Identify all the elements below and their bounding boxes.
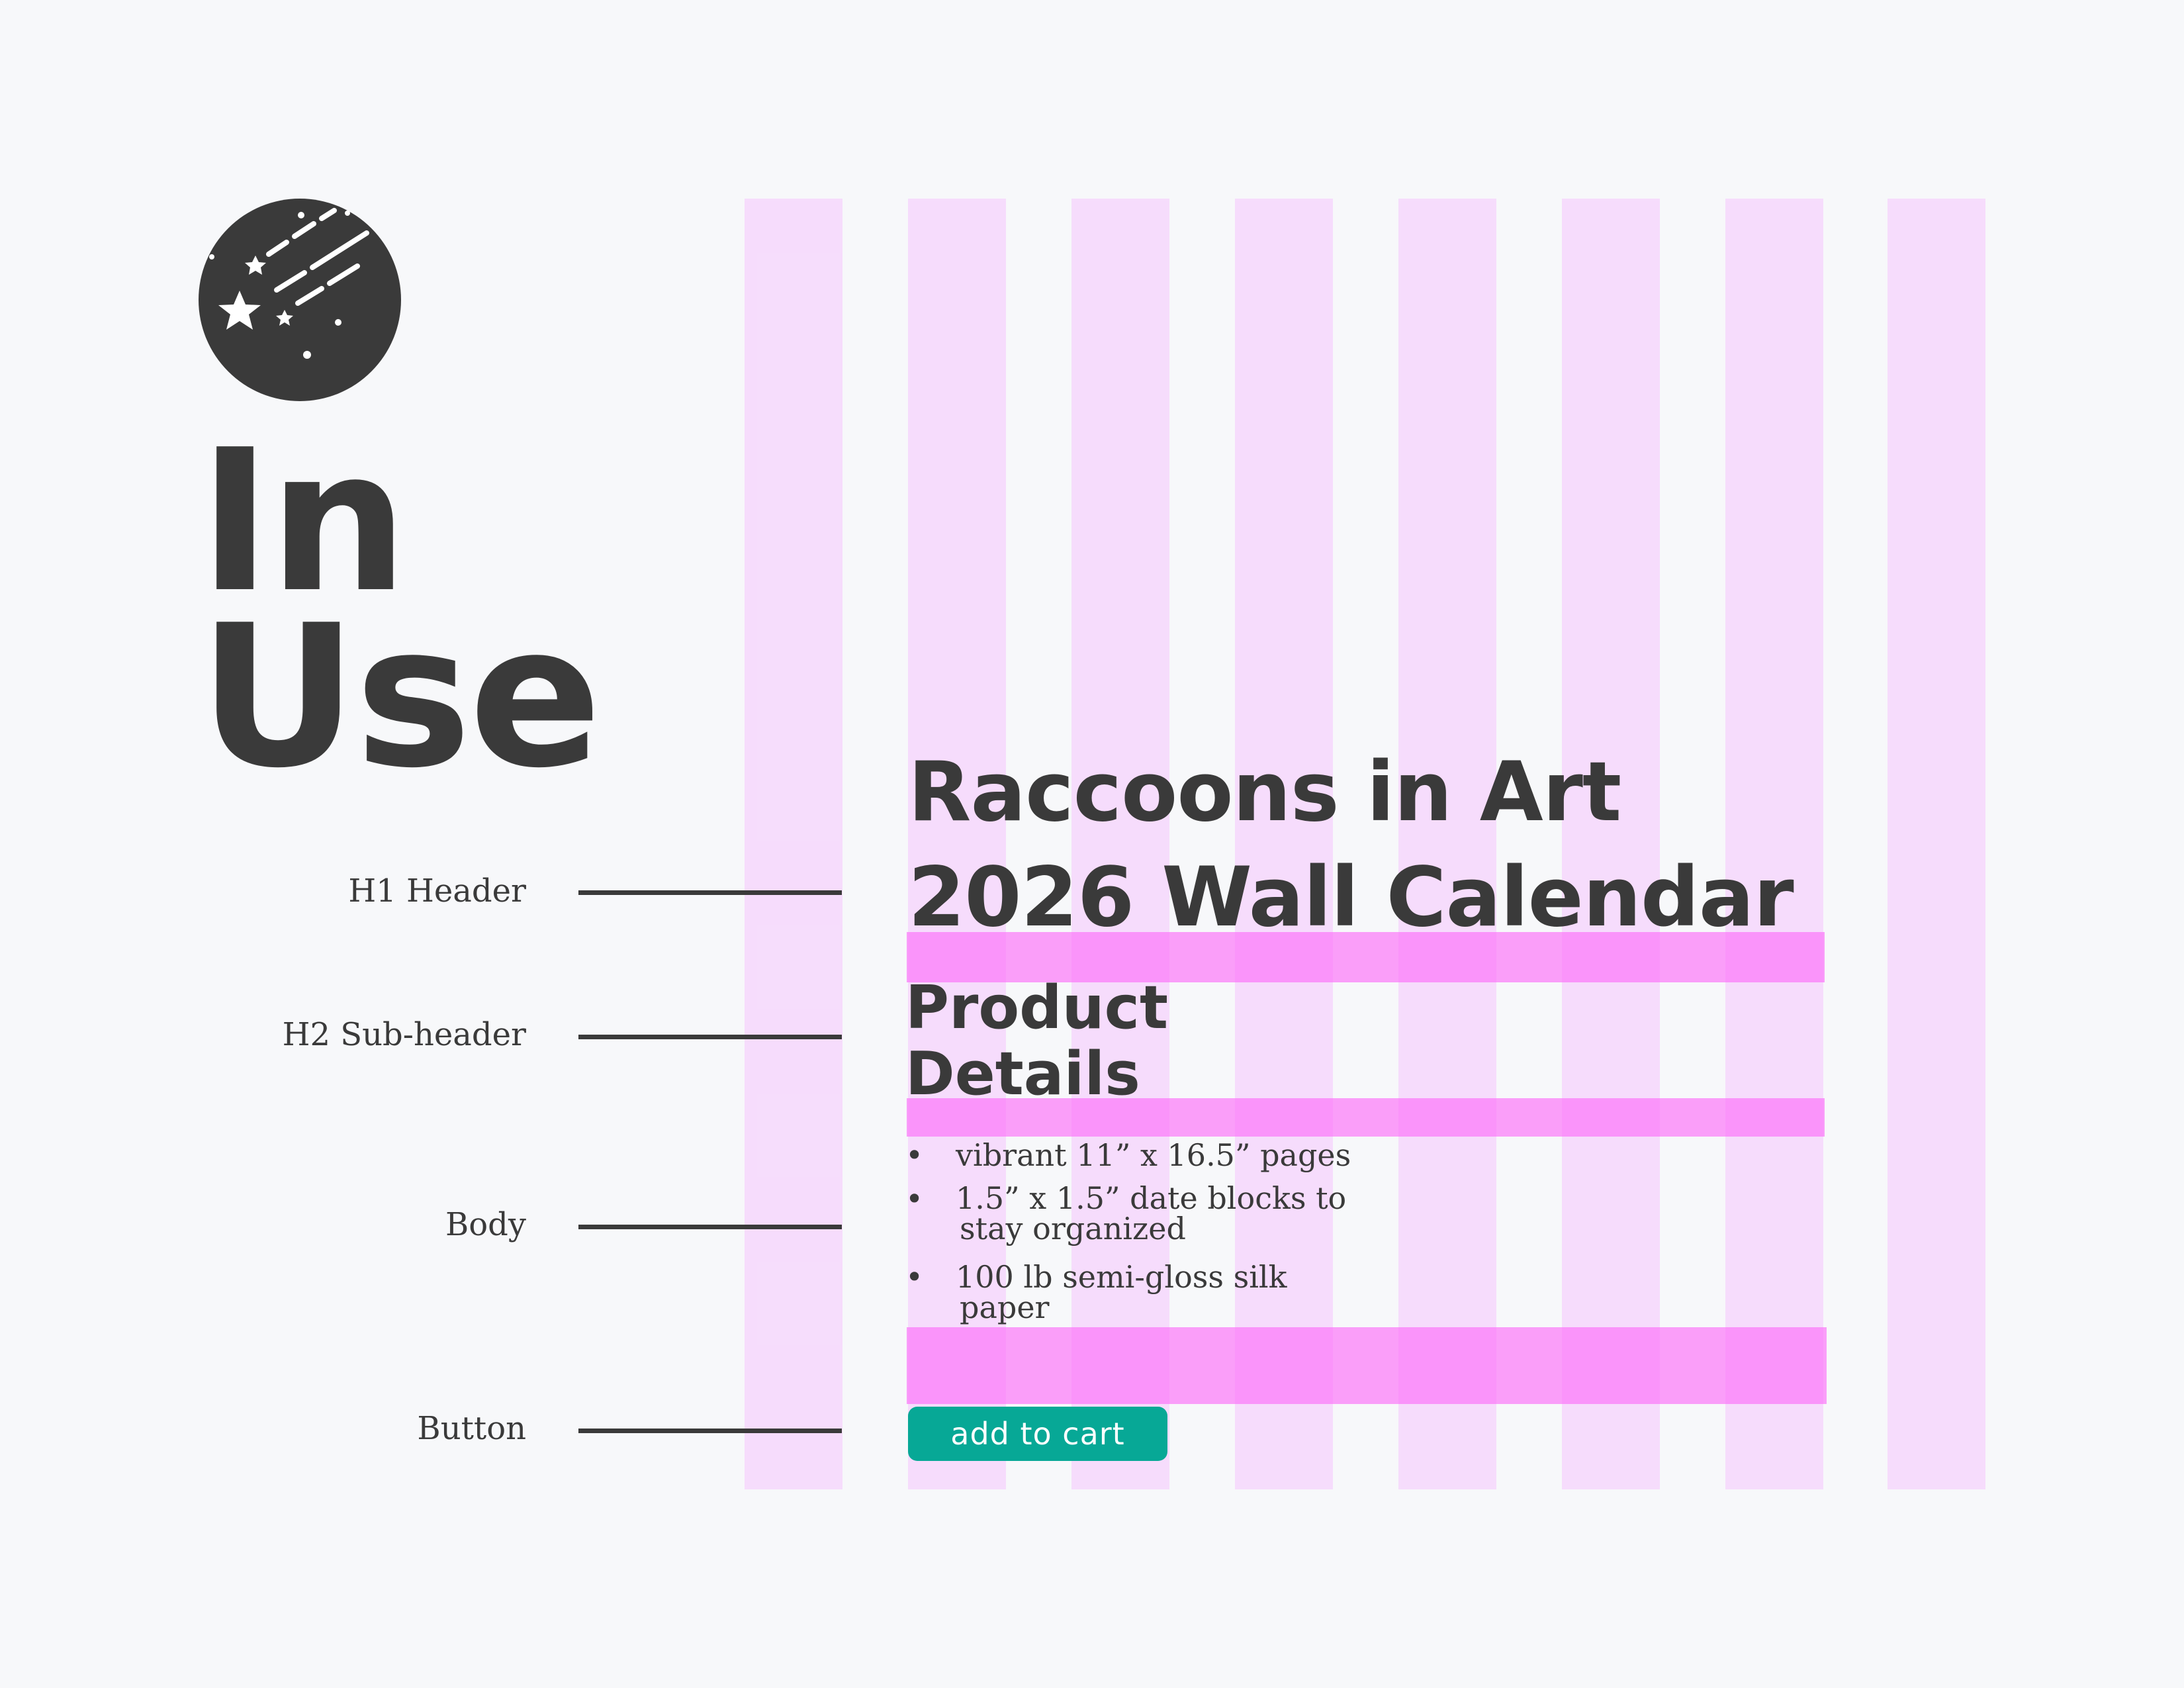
- h2-subheader-line-1: Product: [905, 973, 1169, 1043]
- grid-column: [1725, 199, 1823, 1489]
- page-title-line-2: Use: [199, 583, 602, 811]
- spacing-band-h2: [907, 1098, 1825, 1137]
- bullet-glyph: •: [905, 1181, 924, 1217]
- annotation-line-h1: [578, 890, 842, 895]
- bullet-text-continued: stay organized: [960, 1211, 1186, 1246]
- bullet-glyph: •: [905, 1259, 924, 1295]
- grid-column: [1071, 199, 1169, 1489]
- bullet-glyph: •: [905, 1137, 924, 1173]
- grid-column: [1398, 199, 1496, 1489]
- grid-column: [1888, 199, 1985, 1489]
- bullet-text: vibrant 11” x 16.5” pages: [956, 1137, 1351, 1173]
- annotation-line-button: [578, 1429, 842, 1433]
- bullet-text: 1.5” x 1.5” date blocks to: [956, 1180, 1347, 1216]
- add-to-cart-button[interactable]: add to cart: [908, 1407, 1167, 1461]
- grid-column: [1562, 199, 1660, 1489]
- spacing-band-body: [907, 1327, 1827, 1404]
- spacing-band-h1: [907, 932, 1825, 982]
- h2-subheader-line-2: Details: [905, 1039, 1140, 1109]
- h1-header-line-2: 2026 Wall Calendar: [908, 850, 1794, 945]
- grid-column: [745, 199, 842, 1489]
- h1-header-line-1: Raccoons in Art: [908, 745, 1621, 840]
- annotation-line-h2: [578, 1035, 842, 1039]
- annotation-line-body: [578, 1225, 842, 1229]
- shooting-stars-icon: [199, 199, 401, 401]
- grid-column: [1235, 199, 1333, 1489]
- bullet-text-continued: paper: [960, 1289, 1050, 1325]
- annotation-label-h2: H2 Sub-header: [282, 1016, 526, 1053]
- bullet-text: 100 lb semi-gloss silk: [956, 1259, 1287, 1295]
- annotation-label-button: Button: [417, 1410, 526, 1447]
- annotation-label-body: Body: [445, 1206, 526, 1243]
- annotation-label-h1: H1 Header: [348, 872, 526, 910]
